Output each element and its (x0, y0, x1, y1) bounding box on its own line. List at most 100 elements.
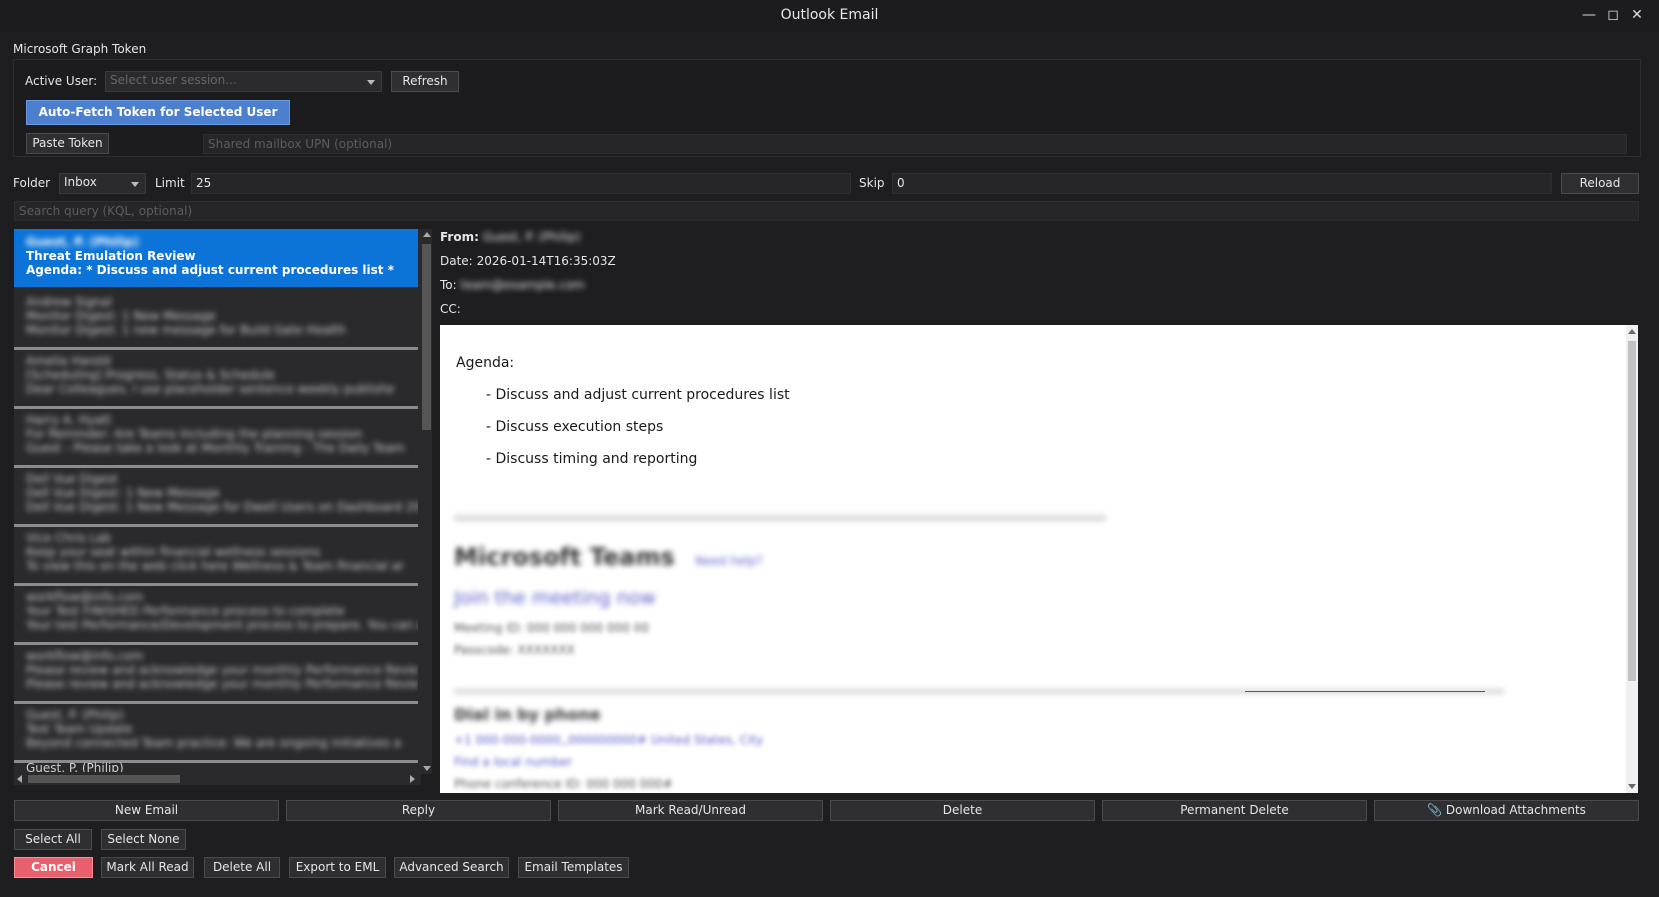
email-preview: Monitor Digest: 1 new message for Build … (26, 323, 346, 337)
to-value: team@example.com (460, 278, 585, 292)
email-sender: workflow@info.com (26, 649, 144, 663)
email-sender: workflow@info.com (26, 590, 144, 604)
scroll-up-icon[interactable] (423, 232, 431, 237)
email-sender: Dell Vue Digest (26, 472, 118, 486)
join-meeting-link[interactable]: Join the meeting now (454, 587, 656, 609)
email-preview: Dell Vue Digest: 1 New Message for Dwell… (26, 500, 418, 514)
chevron-down-icon (367, 80, 375, 85)
mark-read-unread-button[interactable]: Mark Read/Unread (558, 800, 823, 821)
phone-conference-id: Phone conference ID: 000 000 000# (454, 777, 673, 791)
date-label: Date: (440, 254, 473, 268)
reload-button[interactable]: Reload (1561, 173, 1639, 194)
find-local-number-link[interactable]: Find a local number (454, 755, 572, 769)
list-item[interactable]: Andrew Signal Monitor Digest: 1 New Mess… (14, 289, 418, 350)
active-user-placeholder: Select user session... (110, 73, 237, 87)
delete-button[interactable]: Delete (830, 800, 1095, 821)
select-none-button[interactable]: Select None (101, 829, 186, 850)
email-sender: Amelia Harold (26, 354, 111, 368)
chevron-down-icon (131, 182, 139, 187)
email-sender: Andrew Signal (26, 295, 112, 309)
scroll-right-icon[interactable] (410, 775, 415, 783)
delete-all-button[interactable]: Delete All (204, 857, 280, 878)
minimize-icon[interactable]: — (1580, 6, 1598, 24)
skip-input[interactable]: 0 (892, 173, 1552, 194)
email-preview: Please review and acknowledge your month… (26, 677, 418, 691)
shared-mailbox-input[interactable]: Shared mailbox UPN (optional) (203, 134, 1627, 154)
paste-token-button[interactable]: Paste Token (26, 133, 109, 154)
list-item-partial[interactable]: Guest, P. (Philip) (26, 761, 124, 772)
scroll-down-icon[interactable] (423, 766, 431, 771)
body-scroll-thumb[interactable] (1628, 341, 1636, 681)
email-body-view[interactable]: Agenda: - Discuss and adjust current pro… (440, 325, 1638, 793)
list-item[interactable]: Vice Chris Lab Keep your seat within fin… (14, 525, 418, 586)
select-all-button[interactable]: Select All (14, 829, 92, 850)
list-item[interactable]: Amelia Harold [Scheduling] Progress, Sta… (14, 348, 418, 409)
separator-line (454, 515, 1106, 521)
search-placeholder: Search query (KQL, optional) (19, 204, 193, 218)
email-list-item-selected[interactable]: Guest, P. (Philip) Threat Emulation Revi… (14, 229, 418, 287)
advanced-search-button[interactable]: Advanced Search (394, 857, 509, 878)
email-subject: Please review and acknowledge your month… (26, 663, 418, 677)
reply-button[interactable]: Reply (286, 800, 551, 821)
list-hscroll-thumb[interactable] (28, 775, 180, 783)
from-label: From: (440, 230, 479, 244)
scroll-up-icon[interactable] (1628, 329, 1636, 334)
email-sender: Vice Chris Lab (26, 531, 112, 545)
body-agenda-item: - Discuss and adjust current procedures … (486, 387, 790, 403)
body-agenda-item: - Discuss timing and reporting (486, 451, 698, 467)
cancel-button[interactable]: Cancel (14, 857, 93, 878)
email-preview: Your test Performance/Development proces… (26, 618, 418, 632)
list-item[interactable]: Guest, P. (Philip) Test Team Update Beyo… (14, 702, 418, 763)
email-templates-button[interactable]: Email Templates (518, 857, 629, 878)
dial-in-phone[interactable]: +1 000-000-0000,,000000000# United State… (454, 733, 763, 747)
list-item[interactable]: workflow@info.com Please review and ackn… (14, 643, 418, 704)
email-subject: Your Test FINISHED Performance process t… (26, 604, 345, 618)
download-attachments-button[interactable]: 📎 Download Attachments (1374, 800, 1639, 821)
auto-fetch-token-button[interactable]: Auto-Fetch Token for Selected User (26, 100, 290, 125)
dial-in-heading: Dial in by phone (454, 705, 601, 724)
active-user-select[interactable]: Select user session... (105, 71, 382, 92)
to-label: To: (440, 278, 457, 292)
paperclip-icon: 📎 (1427, 803, 1443, 817)
list-item[interactable]: Harry A. Hyatt For Reminder: Are Teams I… (14, 407, 418, 468)
refresh-button[interactable]: Refresh (391, 71, 459, 92)
scroll-down-icon[interactable] (1628, 784, 1636, 789)
folder-label: Folder (13, 176, 51, 190)
limit-input[interactable]: 25 (191, 173, 851, 194)
email-subject: Test Team Update (26, 722, 133, 736)
teams-title: Microsoft Teams (454, 543, 675, 571)
email-sender: Harry A. Hyatt (26, 413, 112, 427)
permanent-delete-button[interactable]: Permanent Delete (1102, 800, 1367, 821)
list-item[interactable]: Dell Vue Digest Dell Vue Digest: 1 New M… (14, 466, 418, 527)
teams-help-link[interactable]: Need help? (695, 554, 762, 568)
email-sender: Guest, P. (Philip) (26, 708, 124, 722)
mark-all-read-button[interactable]: Mark All Read (101, 857, 194, 878)
list-scroll-thumb[interactable] (422, 244, 431, 430)
list-item[interactable]: workflow@info.com Your Test FINISHED Per… (14, 584, 418, 645)
email-subject: [Scheduling] Progress, Status & Schedule (26, 368, 275, 382)
skip-label: Skip (859, 176, 885, 190)
meeting-id: Meeting ID: 000 000 000 000 00 (454, 621, 649, 635)
maximize-icon[interactable]: ◻ (1604, 6, 1622, 24)
new-email-button[interactable]: New Email (14, 800, 279, 821)
folder-value: Inbox (64, 175, 97, 189)
download-attachments-label: Download Attachments (1445, 803, 1586, 817)
email-subject: Monitor Digest: 1 New Message (26, 309, 216, 323)
search-input[interactable]: Search query (KQL, optional) (14, 201, 1639, 221)
scroll-left-icon[interactable] (17, 775, 22, 783)
shared-mailbox-placeholder: Shared mailbox UPN (optional) (208, 137, 393, 151)
date-value: 2026-01-14T16:35:03Z (476, 254, 616, 268)
meeting-passcode: Passcode: XXXXXXX (454, 643, 575, 657)
divider (1245, 691, 1485, 692)
email-subject: Dell Vue Digest: 1 New Message (26, 486, 220, 500)
email-preview: Dear Colleagues, I use placeholder sente… (26, 382, 395, 396)
email-preview: Beyond connected Team practice: We are o… (26, 736, 402, 750)
close-icon[interactable]: ✕ (1628, 6, 1646, 24)
email-subject: Threat Emulation Review (26, 249, 196, 263)
body-agenda: Agenda: (456, 355, 515, 371)
email-list[interactable]: Guest, P. (Philip) Threat Emulation Revi… (14, 229, 421, 772)
from-row: From: Guest, P. (Philip) (440, 230, 580, 244)
export-eml-button[interactable]: Export to EML (289, 857, 386, 878)
email-preview: Guest - Please take a look at Monthly Tr… (26, 441, 405, 455)
folder-select[interactable]: Inbox (59, 173, 146, 194)
